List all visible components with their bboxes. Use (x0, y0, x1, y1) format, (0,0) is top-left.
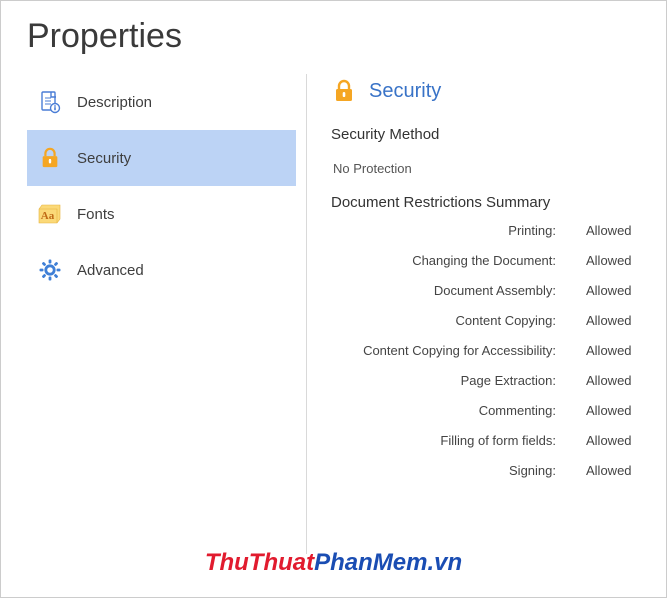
restriction-value: Allowed (586, 283, 646, 298)
restriction-label: Page Extraction: (461, 373, 586, 388)
restriction-label: Printing: (508, 223, 586, 238)
restrictions-heading: Document Restrictions Summary (331, 194, 646, 211)
restriction-label: Document Assembly: (434, 283, 586, 298)
sidebar-item-label: Advanced (77, 262, 144, 279)
sidebar-item-description[interactable]: Description (27, 74, 296, 130)
gear-icon (37, 257, 63, 283)
security-method-label: Security Method (331, 126, 646, 143)
restriction-label: Content Copying for Accessibility: (363, 343, 586, 358)
fonts-icon: Aa (37, 201, 63, 227)
sidebar-item-fonts[interactable]: Aa Fonts (27, 186, 296, 242)
restriction-row: Printing: Allowed (331, 215, 646, 245)
sidebar-item-advanced[interactable]: Advanced (27, 242, 296, 298)
restriction-label: Signing: (509, 463, 586, 478)
restriction-row: Content Copying for Accessibility: Allow… (331, 335, 646, 365)
restriction-value: Allowed (586, 253, 646, 268)
restriction-row: Page Extraction: Allowed (331, 365, 646, 395)
restriction-value: Allowed (586, 463, 646, 478)
security-method-value: No Protection (331, 161, 646, 176)
restriction-label: Commenting: (479, 403, 586, 418)
restriction-label: Changing the Document: (412, 253, 586, 268)
restriction-row: Commenting: Allowed (331, 395, 646, 425)
svg-text:Aa: Aa (41, 210, 55, 222)
restriction-value: Allowed (586, 313, 646, 328)
restriction-value: Allowed (586, 373, 646, 388)
watermark: ThuThuatPhanMem.vn (205, 549, 462, 577)
sidebar-item-security[interactable]: Security (27, 130, 296, 186)
lock-icon (331, 78, 357, 104)
page-title: Properties (27, 17, 646, 56)
main-panel: Security Security Method No Protection D… (307, 74, 646, 554)
restriction-label: Content Copying: (456, 313, 586, 328)
section-header: Security (331, 78, 646, 104)
restriction-value: Allowed (586, 343, 646, 358)
restrictions-table: Printing: Allowed Changing the Document:… (331, 215, 646, 485)
sidebar-item-label: Description (77, 94, 152, 111)
watermark-part1: ThuThuat (205, 549, 314, 576)
section-title: Security (369, 80, 441, 103)
restriction-value: Allowed (586, 433, 646, 448)
restriction-label: Filling of form fields: (440, 433, 586, 448)
watermark-part2: PhanMem.vn (314, 549, 462, 576)
lock-icon (37, 145, 63, 171)
restriction-row: Changing the Document: Allowed (331, 245, 646, 275)
sidebar-item-label: Security (77, 150, 131, 167)
file-info-icon (37, 89, 63, 115)
restriction-row: Filling of form fields: Allowed (331, 425, 646, 455)
sidebar: Description Security Aa (27, 74, 307, 554)
sidebar-item-label: Fonts (77, 206, 115, 223)
restriction-row: Signing: Allowed (331, 455, 646, 485)
restriction-row: Document Assembly: Allowed (331, 275, 646, 305)
restriction-value: Allowed (586, 223, 646, 238)
restriction-value: Allowed (586, 403, 646, 418)
restriction-row: Content Copying: Allowed (331, 305, 646, 335)
